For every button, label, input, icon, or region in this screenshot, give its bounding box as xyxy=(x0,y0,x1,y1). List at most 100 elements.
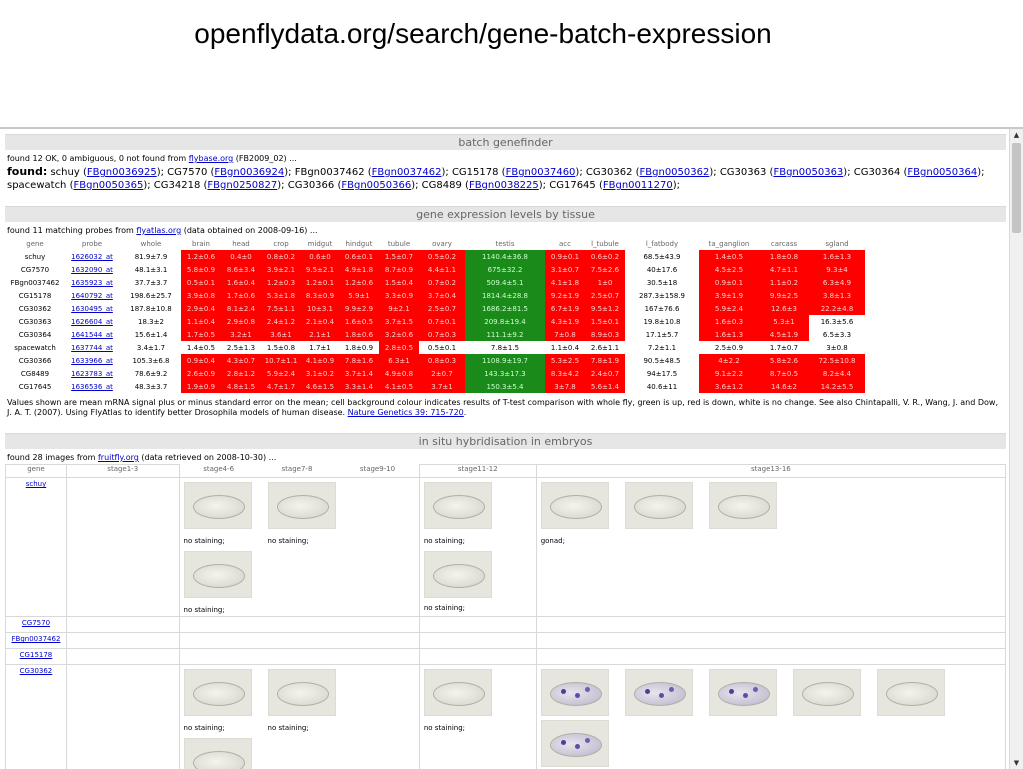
expression-value: 2.4±1.2 xyxy=(261,315,301,328)
column-header: acc xyxy=(545,237,585,250)
embryo-image[interactable] xyxy=(541,669,609,716)
embryo-image[interactable] xyxy=(268,669,336,716)
vertical-scrollbar[interactable]: ▲ ▼ xyxy=(1009,129,1023,769)
probe-link[interactable]: 1632090_at xyxy=(71,266,113,274)
expression-value: 0.5±0.2 xyxy=(419,250,465,263)
gene-id-link[interactable]: FBgn0036925 xyxy=(87,167,157,178)
gene-id-link[interactable]: FBgn0036924 xyxy=(214,167,284,178)
gene-id-link[interactable]: FBgn0011270 xyxy=(603,180,673,191)
embryo-image[interactable] xyxy=(268,482,336,529)
embryo-image[interactable] xyxy=(424,482,492,529)
gene-link-schuy[interactable]: schuy xyxy=(26,480,47,488)
expression-value: 2.1±0.4 xyxy=(301,315,339,328)
gene-id-link[interactable]: FBgn0250827 xyxy=(207,180,277,191)
gene-id-link[interactable]: FBgn0038225 xyxy=(469,180,539,191)
embryo-image[interactable] xyxy=(625,482,693,529)
expression-value: 2.5±0.9 xyxy=(699,341,759,354)
scroll-down-arrow-icon[interactable]: ▼ xyxy=(1010,757,1023,769)
gene-link-fbgn0037462[interactable]: FBgn0037462 xyxy=(12,635,61,643)
embryo-image[interactable] xyxy=(184,738,252,769)
embryo-image[interactable] xyxy=(184,551,252,598)
expression-value: 1.8±0.8 xyxy=(759,250,809,263)
flybase-link[interactable]: flybase.org xyxy=(189,154,234,163)
scrollbar-thumb[interactable] xyxy=(1012,143,1021,233)
expression-summary: found 11 matching probes from flyatlas.o… xyxy=(7,226,1004,235)
gene-id-link[interactable]: FBgn0050365 xyxy=(73,180,143,191)
gene-id-link[interactable]: FBgn0037460 xyxy=(506,167,576,178)
embryo-image[interactable] xyxy=(424,551,492,598)
expression-value: 5.3±1.8 xyxy=(261,289,301,302)
probe-link[interactable]: 1633966_at xyxy=(71,357,113,365)
probe-link[interactable]: 1641544_at xyxy=(71,331,113,339)
expression-value: 1.4±0.5 xyxy=(699,250,759,263)
image-caption: no staining; xyxy=(424,604,504,614)
insitu-header: in situ hybridisation in embryos xyxy=(5,433,1006,449)
expression-value: 3.1±0.7 xyxy=(545,263,585,276)
gene-link-cg7570[interactable]: CG7570 xyxy=(22,619,50,627)
expression-value: 90.5±48.5 xyxy=(625,354,699,367)
image-caption: no staining; xyxy=(184,537,264,547)
footnote-end: . xyxy=(464,408,467,417)
expression-value: 7±0.8 xyxy=(545,328,585,341)
probe-link[interactable]: 1640792_at xyxy=(71,292,113,300)
probe-link[interactable]: 1636536_at xyxy=(71,383,113,391)
embryo-image[interactable] xyxy=(709,482,777,529)
column-header: crop xyxy=(261,237,301,250)
embryo-image[interactable] xyxy=(541,482,609,529)
insitu-row-cg7570: CG7570 xyxy=(6,617,1006,633)
embryo-image[interactable] xyxy=(541,720,609,767)
embryo-image[interactable] xyxy=(184,669,252,716)
probe-cell: 1635923_at xyxy=(63,276,121,289)
flyatlas-link[interactable]: flyatlas.org xyxy=(136,226,181,235)
embryo-image[interactable] xyxy=(184,482,252,529)
expression-value: 5.3±1 xyxy=(759,315,809,328)
probe-link[interactable]: 1637744_at xyxy=(71,344,113,352)
embryo-image-cell: no staining; xyxy=(184,547,264,616)
expression-value: 1.1±0.2 xyxy=(759,276,809,289)
probe-link[interactable]: 1626032_at xyxy=(71,253,113,261)
expression-value: 4.9±1.8 xyxy=(339,263,379,276)
embryo-image[interactable] xyxy=(709,669,777,716)
probe-link[interactable]: 1623783_at xyxy=(71,370,113,378)
scroll-up-arrow-icon[interactable]: ▲ xyxy=(1010,129,1023,141)
expression-row: CG176451636536_at48.3±3.71.9±0.94.8±1.54… xyxy=(7,380,865,393)
stage11-12-cell: no staining; no staining; xyxy=(419,478,536,617)
probe-cell: 1626032_at xyxy=(63,250,121,263)
gene-id-link[interactable]: FBgn0050364 xyxy=(907,167,977,178)
expression-value: 5.9±2.4 xyxy=(699,302,759,315)
embryo-image[interactable] xyxy=(424,669,492,716)
expression-value: 1.5±0.7 xyxy=(379,250,419,263)
probe-link[interactable]: 1635923_at xyxy=(71,279,113,287)
stage-header: stage4-6 xyxy=(203,465,234,477)
expression-value: 2.5±0.7 xyxy=(585,289,625,302)
gene-link-cg30362[interactable]: CG30362 xyxy=(20,667,53,675)
column-header: gene xyxy=(7,237,63,250)
gene-id-link[interactable]: FBgn0050362 xyxy=(640,167,710,178)
probe-link[interactable]: 1626604_at xyxy=(71,318,113,326)
embryo-image[interactable] xyxy=(625,669,693,716)
gene-id-link[interactable]: FBgn0037462 xyxy=(372,167,442,178)
embryo-image[interactable] xyxy=(793,669,861,716)
expression-value: 3.3±1.4 xyxy=(339,380,379,393)
gene-name: schuy xyxy=(7,250,63,263)
found-label: found: xyxy=(7,165,47,178)
expression-value: 2.5±1.3 xyxy=(221,341,261,354)
insitu-header-row: genestage1-3stage4-6stage7-8stage9-10sta… xyxy=(6,465,1006,478)
gene-id-link[interactable]: FBgn0050363 xyxy=(773,167,843,178)
expression-value: 2.6±1.1 xyxy=(585,341,625,354)
expression-value: 6.5±3.3 xyxy=(809,328,865,341)
gene-name: CG15178 xyxy=(7,289,63,302)
expression-value: 0.6±0.2 xyxy=(585,250,625,263)
insitu-row-cg30362: CG30362 no staining; no staining; no sta… xyxy=(6,665,1006,769)
expression-value: 0.9±0.4 xyxy=(181,354,221,367)
column-header: midgut xyxy=(301,237,339,250)
fruitfly-link[interactable]: fruitfly.org xyxy=(98,453,139,462)
probe-link[interactable]: 1630495_at xyxy=(71,305,113,313)
nature-genetics-link[interactable]: Nature Genetics 39: 715-720 xyxy=(348,408,464,417)
gene-id-link[interactable]: FBgn0050366 xyxy=(341,180,411,191)
embryo-image[interactable] xyxy=(877,669,945,716)
gene-link-cg15178[interactable]: CG15178 xyxy=(20,651,53,659)
gene-name: CG30366 xyxy=(7,354,63,367)
gene-name: CG30362 xyxy=(7,302,63,315)
expression-value: 5.8±0.9 xyxy=(181,263,221,276)
